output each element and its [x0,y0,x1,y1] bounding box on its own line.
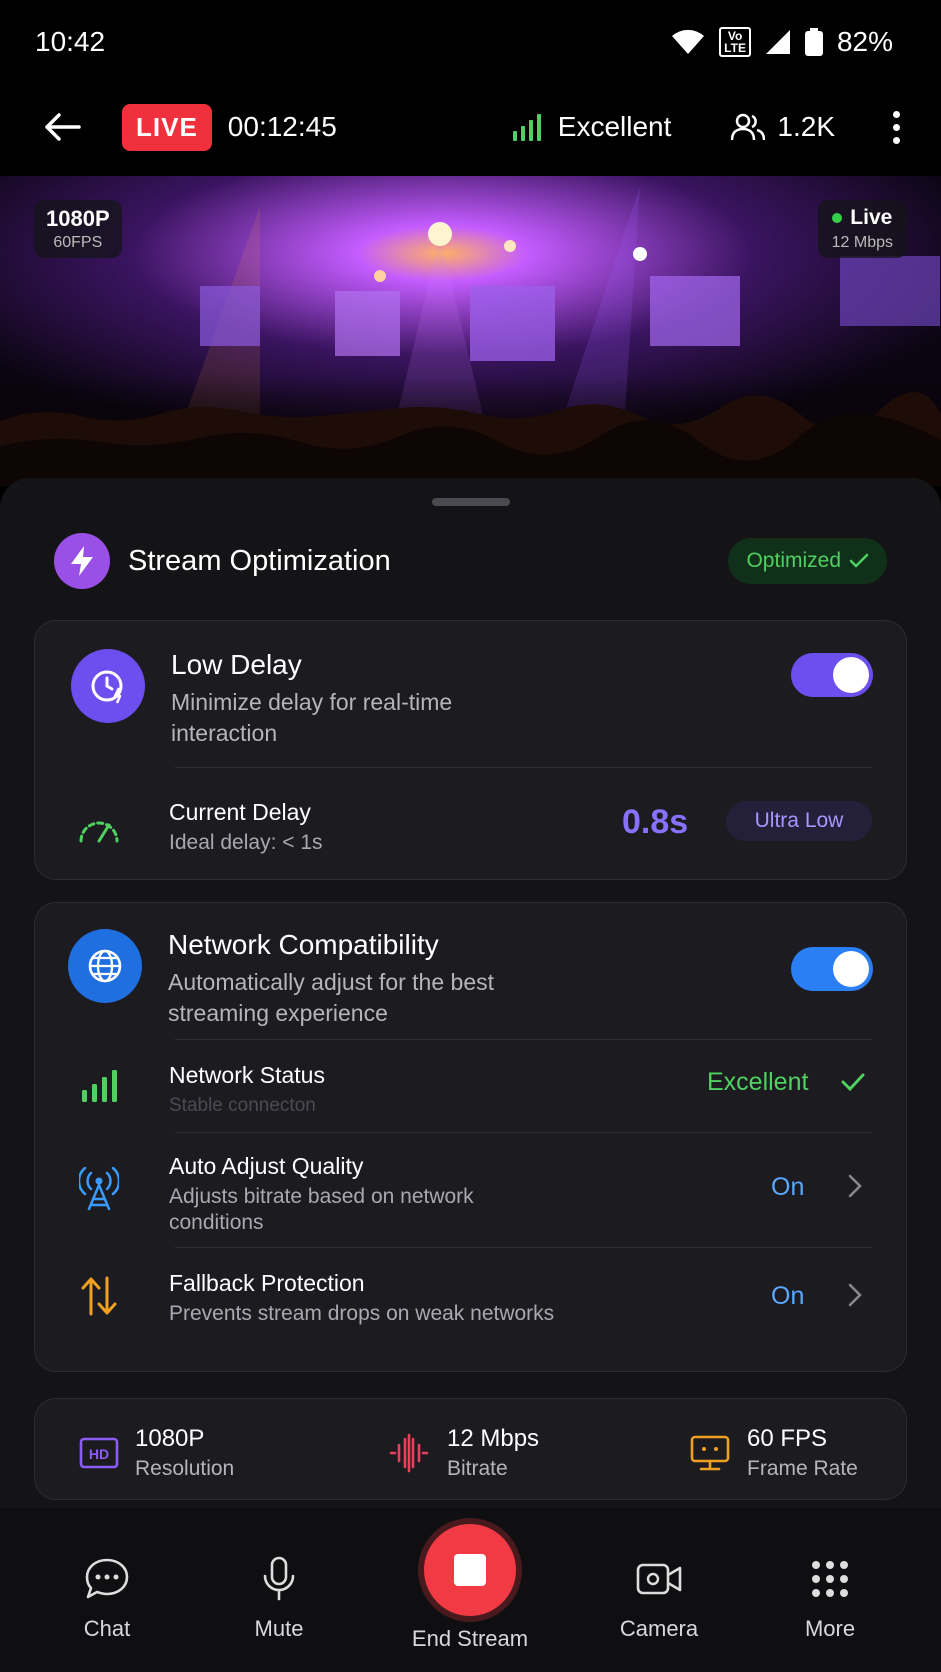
auto-adjust-sub: Adjusts bitrate based on network conditi… [169,1185,474,1234]
connection-indicator: Excellent [512,111,672,143]
stat-frame-rate: 60 FPS Frame Rate [689,1425,858,1481]
clock-fast-icon [71,649,145,723]
back-button[interactable] [40,105,84,149]
check-icon [841,1073,865,1092]
chevron-right-icon [848,1283,862,1307]
microphone-icon [263,1556,295,1601]
network-toggle[interactable] [791,947,873,991]
concert-stage-image [0,176,941,486]
delay-value: 0.8s [622,803,689,841]
end-stream-label: End Stream [411,1626,529,1651]
divider [175,767,872,768]
live-dot-icon [832,213,843,223]
status-bar: 10:42 Vo LTE 82% [0,0,941,84]
signal-bars-icon [77,1064,121,1108]
frame-rate-icon [690,1435,730,1471]
speedometer-icon [77,807,121,851]
auto-adjust-row[interactable]: Auto Adjust Quality Adjusts bitrate base… [35,1133,906,1247]
connection-label: Excellent [557,111,672,142]
ideal-delay-label: Ideal delay: < 1s [169,831,323,854]
video-camera-icon [636,1563,682,1595]
broadcast-tower-icon [77,1167,121,1211]
low-delay-toggle[interactable] [791,653,873,697]
optimized-badge: Optimized [728,538,887,584]
lightning-icon [54,533,110,589]
more-options-button[interactable] [881,110,911,144]
network-card: Network Compatibility Automatically adju… [34,902,907,1372]
camera-button[interactable]: Camera [589,1508,729,1642]
arrow-left-icon [45,113,81,141]
globe-icon [68,929,142,1003]
svg-text:HD: HD [89,1446,109,1462]
chat-button[interactable]: Chat [37,1508,177,1642]
more-button[interactable]: More [760,1508,900,1642]
network-status-sub: Stable connecton [169,1095,316,1116]
swap-arrows-icon [77,1274,121,1318]
fallback-value: On [771,1282,805,1310]
battery-percent: 82% [836,26,893,57]
current-delay-row: Current Delay Ideal delay: < 1s 0.8s Ult… [35,781,906,881]
section-title: Stream Optimization [128,544,391,577]
bottom-navigation: Chat Mute End Stream Camera More [0,1508,941,1672]
stream-header: LIVE 00:12:45 Excellent 1.2K [0,84,941,170]
low-delay-header: Low Delay Minimize delay for real-time i… [35,649,906,749]
fallback-sub: Prevents stream drops on weak networks [169,1302,555,1325]
network-status-label: Network Status [169,1062,325,1088]
users-icon [731,113,766,141]
mute-button[interactable]: Mute [209,1508,349,1642]
chat-bubble-icon [85,1558,129,1599]
live-badge: LIVE [122,103,212,151]
hd-icon: HD [79,1437,119,1469]
ultra-low-badge: Ultra Low [726,801,872,841]
volte-icon: Vo LTE [719,27,751,57]
viewer-count[interactable]: 1.2K [731,111,835,143]
low-delay-title: Low Delay [171,649,302,680]
signal-bars-icon [512,114,541,141]
video-preview[interactable]: 1080P 60FPS Live 12 Mbps [0,176,941,486]
live-status-badge: Live 12 Mbps [817,200,907,258]
status-time: 10:42 [35,26,106,57]
fallback-row[interactable]: Fallback Protection Prevents stream drop… [35,1248,906,1348]
fallback-title: Fallback Protection [169,1270,365,1296]
end-stream-button[interactable] [424,1524,516,1616]
network-description: Automatically adjust for the best stream… [168,969,494,1026]
low-delay-description: Minimize delay for real-time interaction [171,689,453,746]
network-title: Network Compatibility [168,929,439,960]
optimization-sheet: Stream Optimization Optimized Low Delay … [0,478,941,1508]
wifi-icon [672,29,705,54]
current-delay-label: Current Delay [169,799,311,825]
stream-timer: 00:12:45 [227,111,337,142]
check-icon [849,553,869,568]
stat-bitrate: 12 Mbps Bitrate [387,1425,539,1481]
low-delay-card: Low Delay Minimize delay for real-time i… [34,620,907,880]
chevron-right-icon [848,1174,862,1198]
network-status-value: Excellent [707,1068,809,1096]
status-icons: Vo LTE 82% [671,26,893,58]
bitrate-icon [389,1433,429,1473]
section-header: Stream Optimization Optimized [54,533,887,589]
stat-resolution: HD 1080P Resolution [79,1425,234,1481]
auto-adjust-value: On [771,1173,805,1201]
grid-dots-icon [812,1561,848,1597]
quality-badge: 1080P 60FPS [34,200,122,258]
sheet-drag-handle[interactable] [432,498,510,506]
auto-adjust-title: Auto Adjust Quality [169,1153,364,1179]
network-status-row: Network Status Stable connecton Excellen… [35,1040,906,1132]
battery-icon [804,28,823,56]
stop-icon [454,1554,486,1586]
network-header: Network Compatibility Automatically adju… [35,929,906,1029]
stream-stats-card: HD 1080P Resolution 12 Mbps Bitrate 60 FPS… [34,1398,907,1500]
cell-signal-icon [765,30,790,54]
viewer-count-label: 1.2K [777,111,835,142]
